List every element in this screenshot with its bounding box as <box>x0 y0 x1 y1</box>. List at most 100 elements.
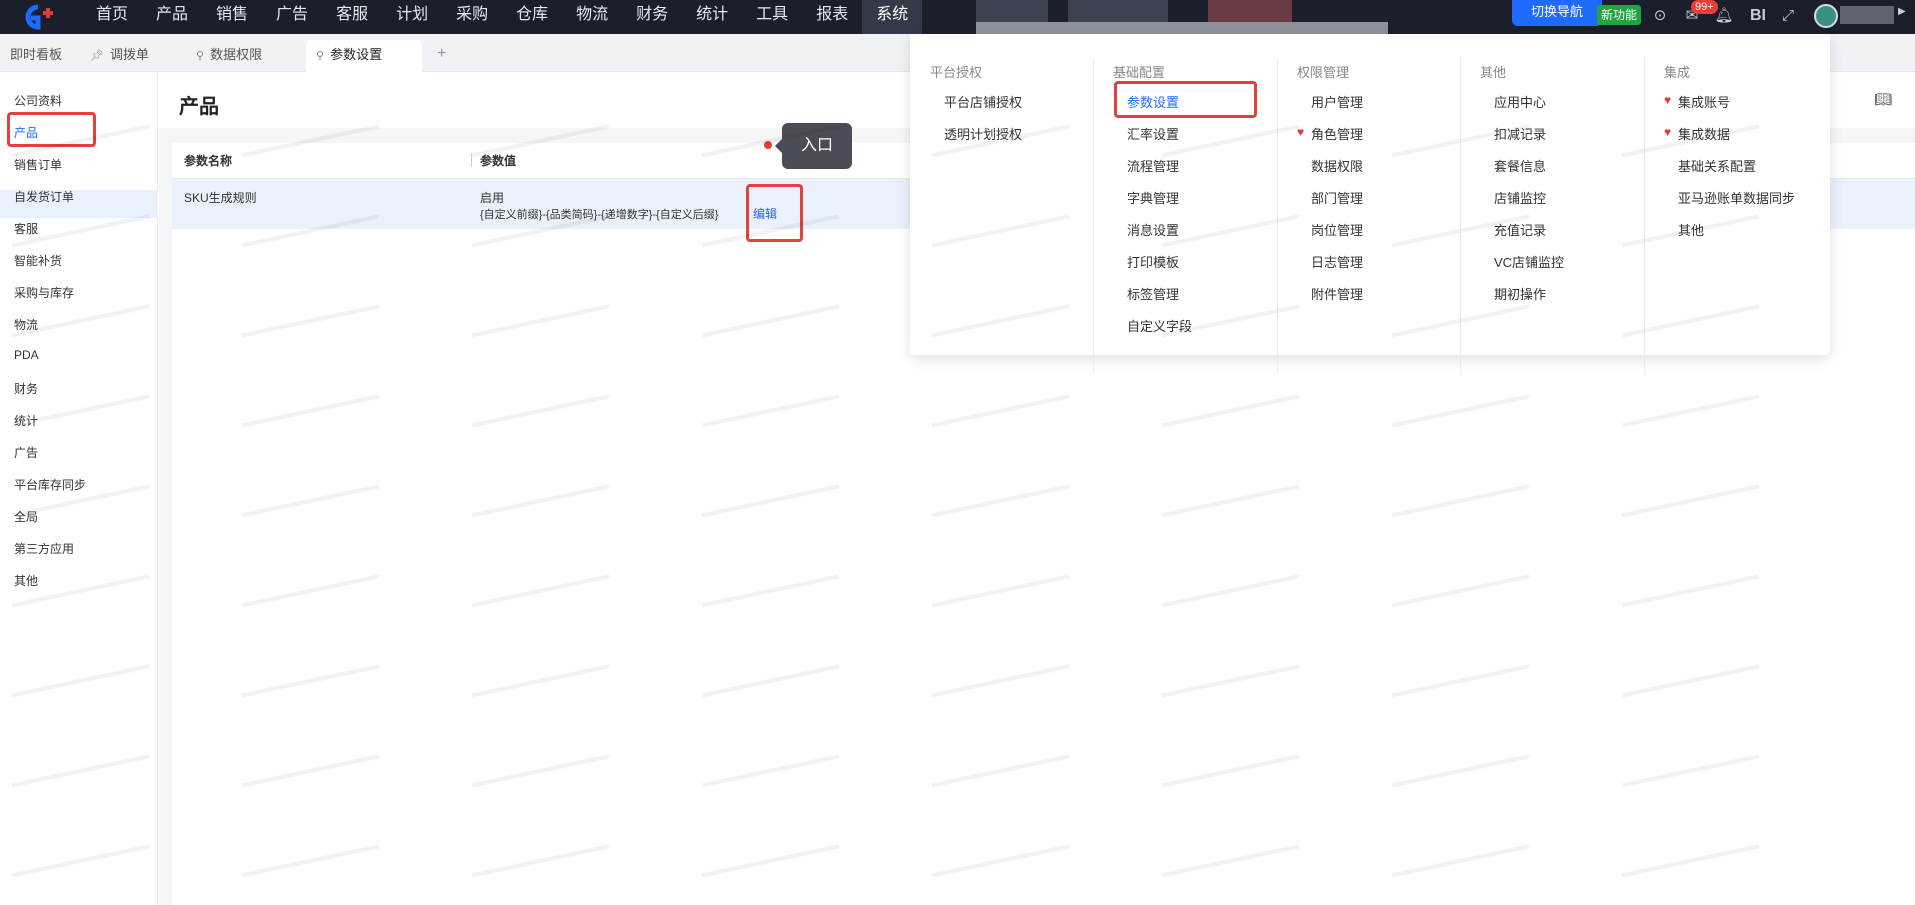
menu-item[interactable]: 透明计划授权 <box>944 124 1022 143</box>
menu-item[interactable]: 附件管理 <box>1311 284 1363 303</box>
menu-item[interactable]: 期初操作 <box>1494 284 1546 303</box>
menu-item[interactable]: 岗位管理 <box>1311 220 1363 239</box>
nav-item[interactable]: 报表 <box>802 0 862 34</box>
menu-item[interactable]: 集成账号 <box>1678 92 1730 111</box>
book-icon[interactable]: 📖︎ <box>1874 91 1892 108</box>
nav-item[interactable]: 统计 <box>682 0 742 34</box>
menu-item[interactable]: 应用中心 <box>1494 92 1546 111</box>
caret-right-icon[interactable]: ▶ <box>1898 6 1906 17</box>
favorite-heart-icon[interactable]: ♥ <box>1664 125 1671 139</box>
sidebar-item[interactable]: 财务 <box>14 380 38 397</box>
menu-item[interactable]: 消息设置 <box>1127 220 1179 239</box>
nav-item[interactable]: 计划 <box>382 0 442 34</box>
sidebar-item[interactable]: 其他 <box>14 572 38 589</box>
menu-column-divider <box>1460 58 1461 374</box>
tab-transfer-order[interactable]: 📌︎ 调拨单 <box>80 40 159 72</box>
tab-dashboard[interactable]: 即时看板 <box>0 40 72 72</box>
column-header-value: 参数值 <box>480 154 517 168</box>
sidebar-item[interactable]: 统计 <box>14 412 38 429</box>
sidebar-item[interactable]: PDA <box>14 348 39 362</box>
menu-item[interactable]: 数据权限 <box>1311 156 1363 175</box>
menu-item[interactable]: 充值记录 <box>1494 220 1546 239</box>
pin-icon[interactable]: 📌︎ <box>90 50 104 62</box>
menu-item[interactable]: VC店铺监控 <box>1494 252 1564 271</box>
nav-item[interactable]: 产品 <box>142 0 202 34</box>
blurred-tab <box>976 0 1048 22</box>
nav-item[interactable]: 采购 <box>442 0 502 34</box>
page-title: 产品 <box>179 96 219 118</box>
switch-navigation-button[interactable]: 切换导航 <box>1512 0 1602 26</box>
sidebar-item[interactable]: 客服 <box>14 220 38 237</box>
favorite-heart-icon[interactable]: ♥ <box>1664 93 1671 107</box>
menu-item[interactable]: 基础关系配置 <box>1678 156 1756 175</box>
parameter-status-cell: 启用 <box>480 191 505 205</box>
menu-item[interactable]: 扣减记录 <box>1494 124 1546 143</box>
sidebar-item[interactable]: 自发货订单 <box>14 188 74 205</box>
tab-data-permission[interactable]: ⚲ 数据权限 <box>186 40 272 72</box>
menu-item[interactable]: 用户管理 <box>1311 92 1363 111</box>
menu-column-divider <box>1644 58 1645 374</box>
pin-icon[interactable]: ⚲ <box>316 50 324 62</box>
favorite-heart-icon[interactable]: ♥ <box>1297 125 1304 139</box>
pin-icon[interactable]: ⚲ <box>196 50 204 62</box>
add-tab-button[interactable]: + <box>437 45 446 63</box>
column-divider <box>471 153 472 167</box>
nav-item[interactable]: 财务 <box>622 0 682 34</box>
menu-item[interactable]: 套餐信息 <box>1494 156 1546 175</box>
menu-column-title: 基础配置 <box>1113 65 1166 80</box>
dollar-circle-icon[interactable]: ⊙ <box>1650 6 1670 26</box>
menu-column-title: 权限管理 <box>1297 65 1350 80</box>
menu-item[interactable]: 平台店铺授权 <box>944 92 1022 111</box>
sidebar-item[interactable]: 物流 <box>14 316 38 333</box>
column-header-name: 参数名称 <box>184 154 233 168</box>
annotation-box-edit <box>746 184 803 242</box>
menu-item[interactable]: 汇率设置 <box>1127 124 1179 143</box>
sidebar-item[interactable]: 销售订单 <box>14 156 62 173</box>
sidebar-item[interactable]: 平台库存同步 <box>14 476 86 493</box>
sidebar-item[interactable]: 采购与库存 <box>14 284 74 301</box>
sidebar-item[interactable]: 广告 <box>14 444 38 461</box>
menu-item[interactable]: 集成数据 <box>1678 124 1730 143</box>
menu-item[interactable]: 角色管理 <box>1311 124 1363 143</box>
sidebar-item[interactable]: 公司资料 <box>14 92 62 109</box>
sidebar-item[interactable]: 第三方应用 <box>14 540 74 557</box>
avatar[interactable] <box>1814 4 1838 28</box>
menu-item[interactable]: 自定义字段 <box>1127 316 1192 335</box>
nav-item[interactable]: 仓库 <box>502 0 562 34</box>
system-dropdown-menu: 平台授权 平台店铺授权 透明计划授权 基础配置 参数设置 汇率设置 流程管理 字典管理 消息设置… <box>910 34 1830 374</box>
menu-item[interactable]: 流程管理 <box>1127 156 1179 175</box>
menu-item[interactable]: 打印模板 <box>1127 252 1179 271</box>
entry-callout: 入口 <box>775 123 852 169</box>
menu-column-divider <box>1277 58 1278 374</box>
brand-logo[interactable] <box>16 4 60 30</box>
nav-item[interactable]: 系统 <box>862 0 923 34</box>
annotation-box-sidebar <box>7 112 96 147</box>
parameter-name-cell: SKU生成规则 <box>184 191 257 205</box>
parameter-rule-cell: {自定义前缀}-{品类简码}-{递增数字}-{自定义后缀} <box>480 209 719 221</box>
new-feature-badge[interactable]: 新功能 <box>1597 5 1641 25</box>
nav-item[interactable]: 客服 <box>322 0 382 34</box>
nav-item[interactable]: 首页 <box>82 0 142 34</box>
menu-item[interactable]: 字典管理 <box>1127 188 1179 207</box>
menu-item[interactable]: 标签管理 <box>1127 284 1179 303</box>
menu-column-title: 平台授权 <box>930 65 983 80</box>
menu-item[interactable]: 其他 <box>1678 220 1704 239</box>
nav-item[interactable]: 工具 <box>742 0 802 34</box>
menu-item[interactable]: 店铺监控 <box>1494 188 1546 207</box>
bi-link[interactable]: BI <box>1746 6 1770 26</box>
nav-item[interactable]: 销售 <box>202 0 262 34</box>
nav-item[interactable]: 物流 <box>562 0 622 34</box>
sidebar-item[interactable]: 全局 <box>14 508 38 525</box>
bell-icon[interactable]: 🔔︎ <box>1714 6 1734 26</box>
tab-parameter-settings[interactable]: ⚲ 参数设置 <box>306 40 422 72</box>
fullscreen-icon[interactable]: ⤢ <box>1778 6 1798 26</box>
menu-item[interactable]: 部门管理 <box>1311 188 1363 207</box>
sidebar-item[interactable]: 智能补货 <box>14 252 62 269</box>
user-name-blurred[interactable] <box>1840 6 1894 24</box>
nav-item[interactable]: 广告 <box>262 0 322 34</box>
sidebar: 公司资料 产品 销售订单 自发货订单 客服 智能补货 采购与库存 物流 PDA 财务 统计 广告 平台库… <box>0 72 158 905</box>
menu-item[interactable]: 亚马逊账单数据同步 <box>1678 188 1795 207</box>
blurred-tab <box>1068 0 1168 22</box>
menu-item[interactable]: 日志管理 <box>1311 252 1363 271</box>
menu-column-title: 其他 <box>1480 65 1507 80</box>
